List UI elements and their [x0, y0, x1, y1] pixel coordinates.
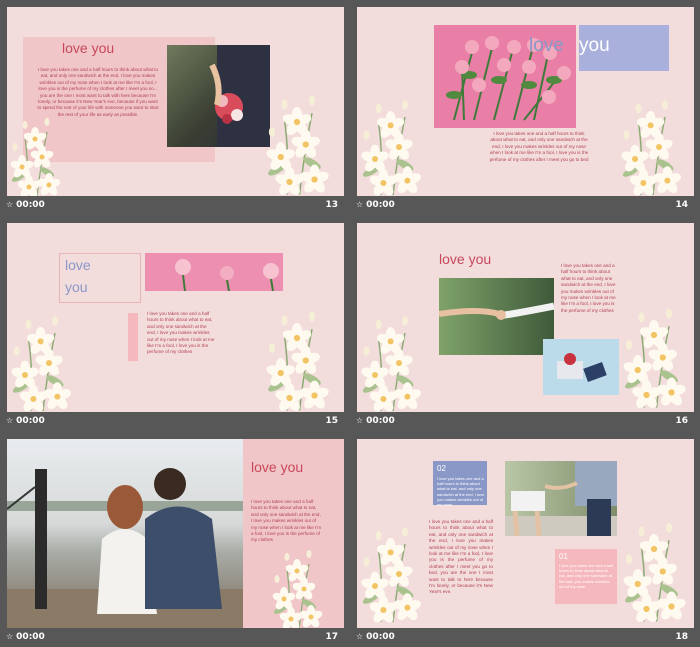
gift-box-photo: [543, 339, 619, 395]
slide-thumbnail-18[interactable]: 02 I love you takes one and a half hours…: [350, 432, 694, 647]
transition-star-icon: ☆: [6, 416, 14, 425]
slide-number: 13: [325, 200, 338, 210]
slide-thumbnail-14[interactable]: love you I love you takes one and a half…: [350, 0, 694, 215]
slide-body-text: I love you takes one and a half hours to…: [429, 519, 493, 595]
badge-text: I love you takes one and a half hours to…: [559, 563, 614, 589]
flower-decoration-icon: [619, 295, 694, 410]
slide-number: 17: [325, 632, 338, 642]
slide-body-text: I love you takes one and a half hours to…: [251, 499, 322, 543]
slide-timing: ☆ 00:00: [356, 416, 395, 426]
slide-body-text: I love you takes one and a half hours to…: [147, 311, 215, 355]
flower-decoration-icon: [617, 87, 694, 196]
slide-thumbnail-16[interactable]: love you I love you takes one and a half…: [350, 216, 694, 431]
slide-title: love you: [251, 459, 304, 475]
slide-canvas: love you I love you takes one and a half…: [357, 7, 694, 196]
badge-text: I love you takes one and a half hours to…: [437, 476, 485, 508]
slide-thumbnail-15[interactable]: love you I love you takes one and a half…: [0, 216, 344, 431]
slide-title-you: you: [65, 279, 88, 295]
slide-number: 18: [675, 632, 688, 642]
bouquet-photo: [167, 45, 270, 147]
transition-star-icon: ☆: [356, 416, 364, 425]
slide-timing: ☆ 00:00: [6, 416, 45, 426]
slide-thumbnail-17[interactable]: love you I love you takes one and a half…: [0, 432, 344, 647]
slide-number: 15: [325, 416, 338, 426]
couple-photo: [7, 439, 243, 628]
flower-decoration-icon: [7, 107, 87, 196]
flower-decoration-icon: [357, 514, 437, 624]
slide-canvas: 02 I love you takes one and a half hours…: [357, 439, 694, 628]
accent-bar: [128, 313, 138, 361]
slide-canvas: love you I love you takes one and a half…: [7, 7, 344, 196]
flower-decoration-icon: [7, 303, 87, 412]
slide-timing: ☆ 00:00: [356, 632, 395, 642]
slide-title: love you: [62, 40, 115, 56]
badge-number: 01: [559, 552, 568, 561]
flower-decoration-icon: [262, 298, 342, 412]
roses-photo: [145, 253, 283, 291]
slide-body-text: I love you takes one and a half hours to…: [561, 263, 616, 313]
transition-star-icon: ☆: [6, 200, 14, 209]
slide-timing: ☆ 00:00: [356, 200, 395, 210]
slide-title-you: you: [579, 35, 610, 56]
slide-title-love: love: [65, 257, 91, 273]
slide-timing: ☆ 00:00: [6, 632, 45, 642]
flower-decoration-icon: [357, 303, 442, 412]
slide-canvas: love you I love you takes one and a half…: [357, 223, 694, 412]
flower-decoration-icon: [619, 509, 694, 624]
walking-photo: [505, 461, 617, 536]
transition-star-icon: ☆: [6, 632, 14, 641]
slide-body-text: I love you takes one and a half hours to…: [489, 131, 589, 162]
badge-number: 02: [437, 464, 446, 473]
slide-number: 16: [675, 416, 688, 426]
slide-canvas: love you I love you takes one and a half…: [7, 223, 344, 412]
slide-title: love you: [439, 251, 492, 267]
slide-thumbnail-13[interactable]: love you I love you takes one and a half…: [0, 0, 344, 215]
slide-number: 14: [675, 200, 688, 210]
flower-decoration-icon: [357, 87, 442, 196]
transition-star-icon: ☆: [356, 200, 364, 209]
slide-title-love: love: [529, 35, 564, 56]
flower-decoration-icon: [262, 82, 342, 196]
slide-timing: ☆ 00:00: [6, 200, 45, 210]
flower-decoration-icon: [269, 539, 344, 628]
slide-canvas: love you I love you takes one and a half…: [7, 439, 344, 628]
holding-hands-photo: [439, 278, 554, 355]
transition-star-icon: ☆: [356, 632, 364, 641]
